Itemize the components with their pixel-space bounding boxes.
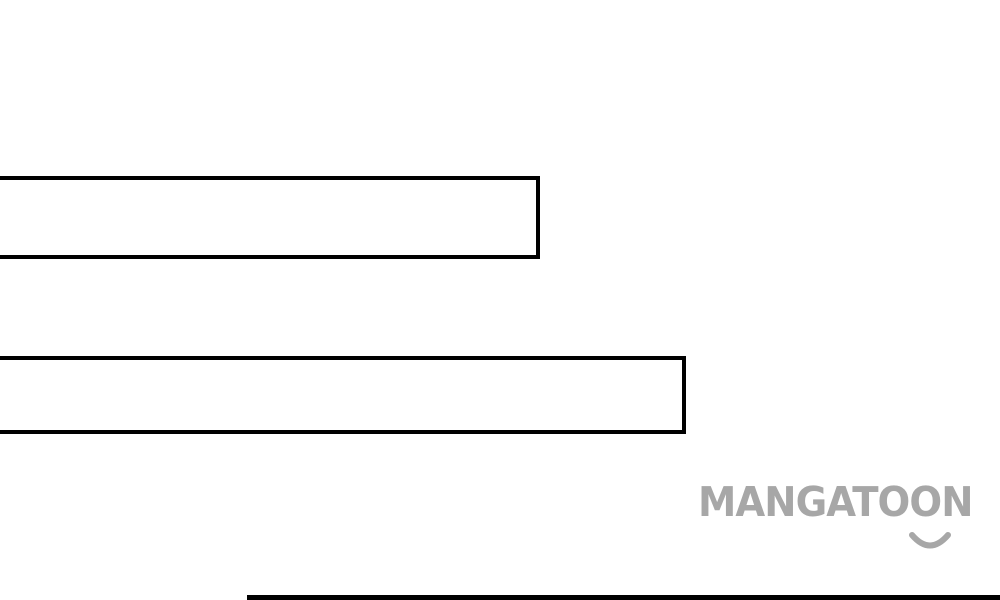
mangatoon-watermark: MANGATOON bbox=[698, 482, 1000, 552]
bottom-empty-box bbox=[0, 356, 686, 434]
smile-icon bbox=[909, 532, 951, 549]
bottom-divider bbox=[247, 595, 1000, 600]
top-empty-box bbox=[0, 176, 540, 259]
watermark-text: MANGATOON bbox=[698, 478, 973, 526]
